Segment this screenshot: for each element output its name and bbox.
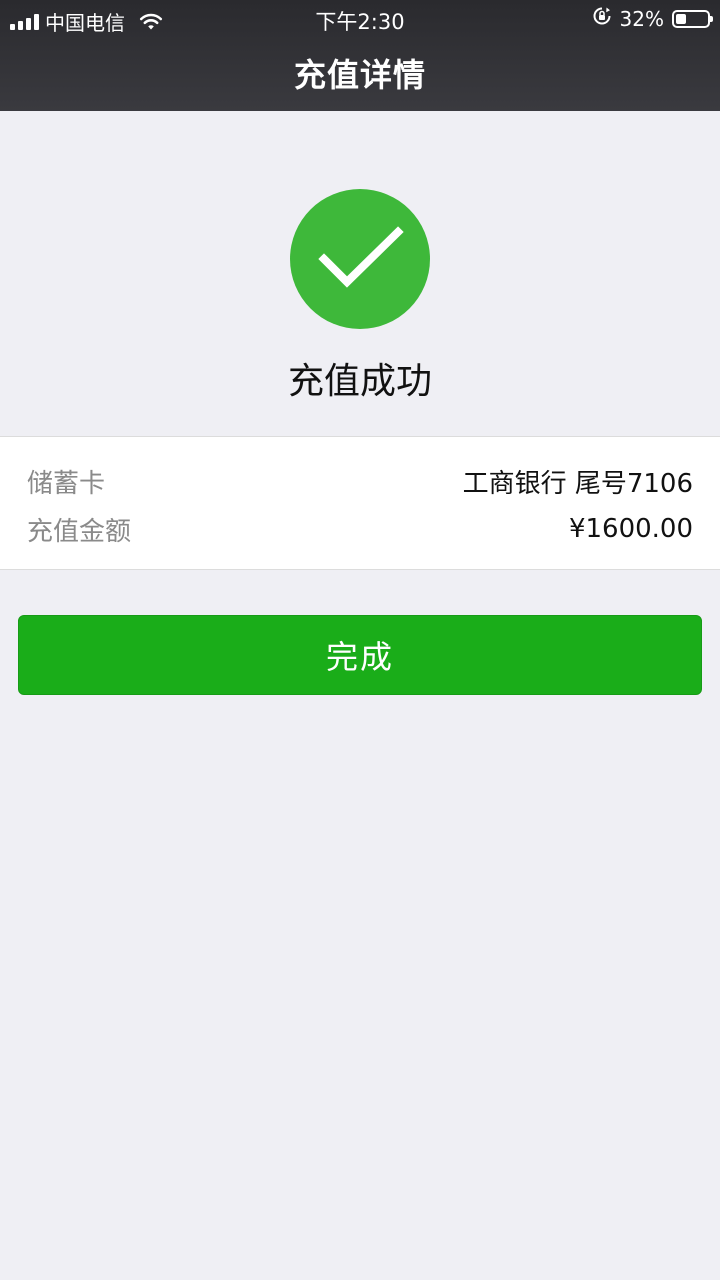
- rotation-lock-icon: [592, 6, 612, 31]
- detail-row-amount: 充值金额 ¥1600.00: [27, 509, 693, 549]
- detail-row-card: 储蓄卡 工商银行 尾号7106: [27, 461, 693, 501]
- status-right: 32%: [592, 6, 713, 31]
- details-card: 储蓄卡 工商银行 尾号7106 充值金额 ¥1600.00: [0, 436, 720, 570]
- top-bar: 中国电信 下午2:30 32% 充值详情: [0, 0, 720, 111]
- status-bar: 中国电信 下午2:30 32%: [0, 0, 720, 36]
- battery-percent: 32%: [619, 6, 664, 31]
- battery-fill: [676, 13, 686, 24]
- check-circle-icon: [290, 189, 430, 329]
- page-title: 充值详情: [293, 56, 426, 94]
- detail-value: 工商银行 尾号7106: [462, 468, 693, 499]
- detail-label: 储蓄卡: [27, 468, 106, 499]
- done-button[interactable]: 完成: [18, 615, 702, 695]
- battery-icon: [672, 9, 713, 28]
- success-title: 充值成功: [287, 361, 432, 402]
- detail-label: 充值金额: [27, 516, 132, 547]
- detail-value: ¥1600.00: [568, 514, 693, 544]
